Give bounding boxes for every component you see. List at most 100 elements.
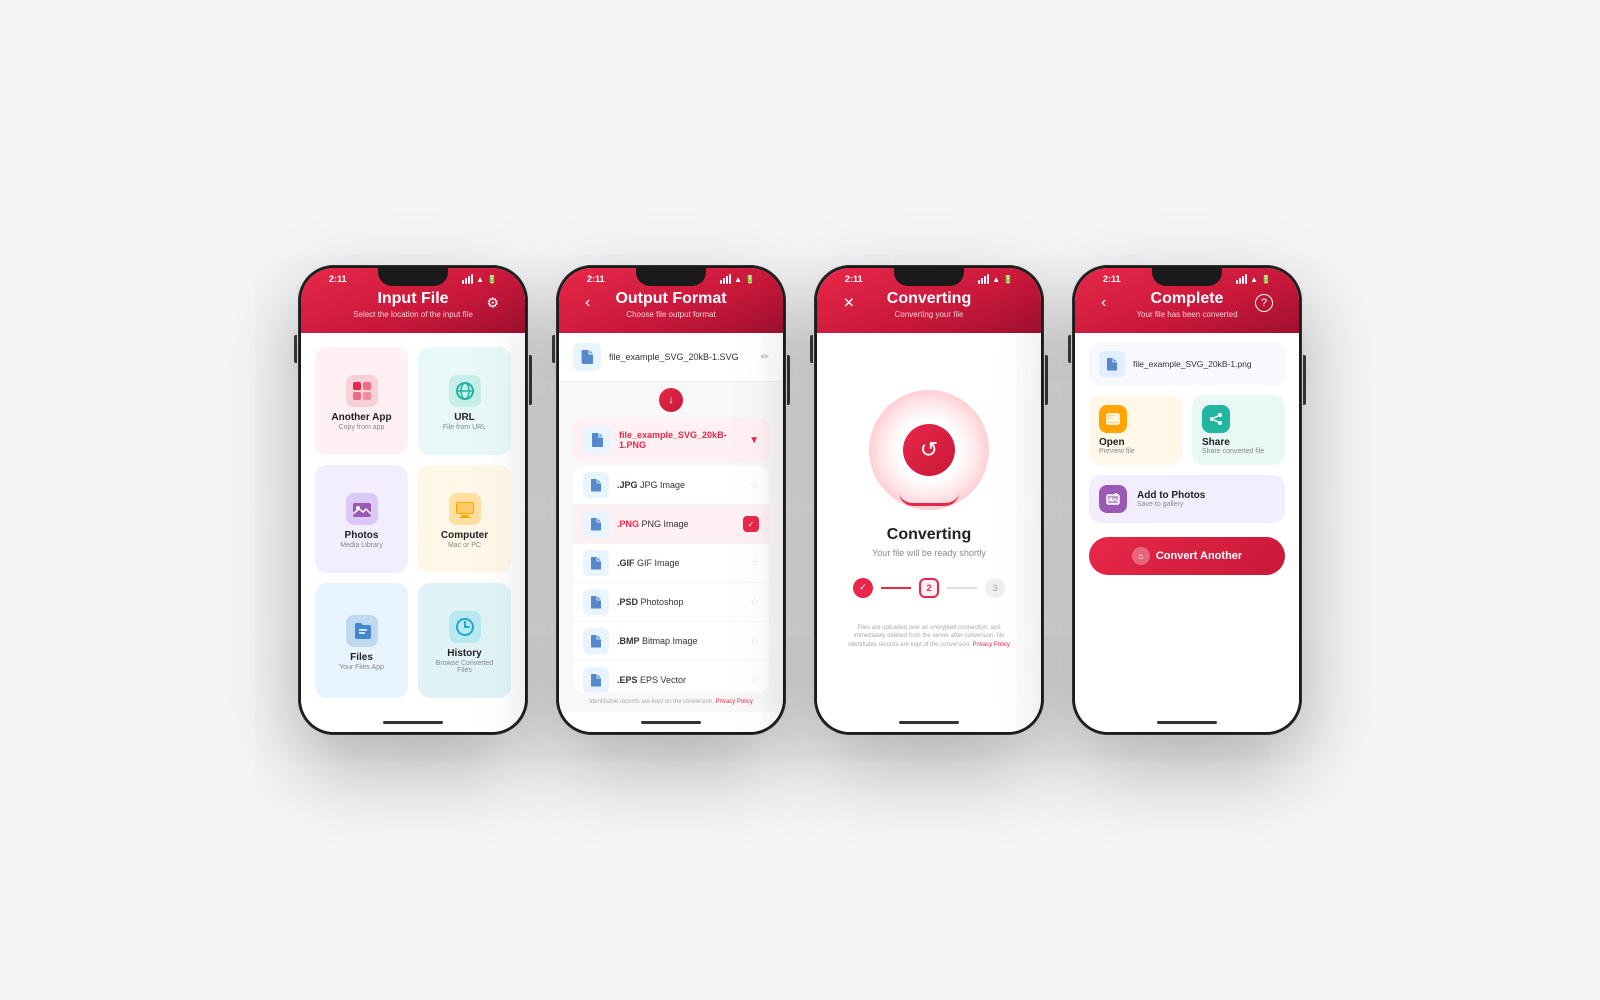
history-label: History	[447, 648, 481, 659]
convert-arc	[899, 492, 959, 506]
photos-sublabel: Media Library	[340, 542, 382, 549]
option-photos[interactable]: Photos Media Library	[315, 465, 408, 573]
format-list: .JPG JPG Image ☆ .PNG PNG Image ✓	[573, 466, 769, 692]
phone-output-format: 2:11 ▲ 🔋 ‹ Output Format	[556, 265, 786, 735]
step-2-active: 2	[919, 578, 939, 598]
share-label: Share	[1202, 437, 1230, 448]
phone-input-file: 2:11 ▲ 🔋 ⚙ Input File	[298, 265, 528, 735]
convert-another-label: Convert Another	[1156, 550, 1242, 562]
bottom-bar-3	[817, 712, 1041, 732]
format-bmp-label: .BMP Bitmap Image	[617, 636, 698, 646]
files-sublabel: Your Files App	[339, 664, 384, 671]
format-eps-label: .EPS EPS Vector	[617, 675, 686, 685]
format-bmp-star: ☆	[750, 636, 759, 647]
open-icon	[1099, 405, 1127, 433]
output-file-row[interactable]: file_example_SVG_20kB-1.PNG ▼	[573, 418, 769, 462]
close-button-3[interactable]: ✕	[843, 294, 855, 311]
status-icons-4: ▲ 🔋	[1236, 274, 1271, 284]
status-time-1: 2:11	[329, 274, 347, 284]
screen1-title: Input File	[315, 290, 511, 308]
privacy-note-3: Files are uploaded over an encrypted con…	[837, 614, 1021, 655]
computer-icon	[454, 498, 476, 520]
help-button-4[interactable]: ?	[1255, 294, 1273, 312]
action-share[interactable]: Share Share converted file	[1192, 395, 1285, 465]
notch-3	[894, 268, 964, 286]
converting-body: ↺ Converting Your file will be ready sho…	[817, 333, 1041, 712]
step-line-2	[947, 587, 977, 589]
status-time-4: 2:11	[1103, 274, 1121, 284]
download-circle: ↓	[659, 388, 683, 412]
screen3-title: Converting	[831, 290, 1027, 308]
files-label: Files	[350, 652, 373, 663]
privacy-note-2: Identifiable records are kept on the con…	[559, 692, 783, 712]
screen4-subtitle: Your file has been converted	[1089, 310, 1285, 319]
privacy-link-3[interactable]: Privacy Policy	[973, 642, 1010, 648]
format-jpg-star: ☆	[750, 480, 759, 491]
format-psd-star: ☆	[750, 597, 759, 608]
option-history[interactable]: History Browse Converted Files	[418, 583, 511, 698]
screen1-subtitle: Select the location of the input file	[315, 310, 511, 319]
home-indicator-1	[383, 721, 443, 724]
step-indicator: ✓ 2 3	[853, 578, 1005, 598]
format-jpg[interactable]: .JPG JPG Image ☆	[573, 466, 769, 505]
phones-container: 2:11 ▲ 🔋 ⚙ Input File	[0, 225, 1600, 775]
add-photos-icon	[1099, 485, 1127, 513]
home-indicator-2	[641, 721, 701, 724]
home-indicator-3	[899, 721, 959, 724]
output-file-name: file_example_SVG_20kB-1.PNG	[619, 430, 741, 450]
history-icon	[454, 616, 476, 638]
download-arrow: ↓	[559, 382, 783, 418]
input-file-icon	[573, 343, 601, 371]
bottom-bar-1	[301, 712, 525, 732]
action-add-photos[interactable]: Add to Photos Save to gallery	[1089, 475, 1285, 523]
option-another-app[interactable]: Another App Copy from app	[315, 347, 408, 455]
settings-button-1[interactable]: ⚙	[486, 294, 499, 311]
add-photos-sublabel: Save to gallery	[1137, 501, 1275, 508]
notch-2	[636, 268, 706, 286]
format-eps[interactable]: .EPS EPS Vector ☆	[573, 661, 769, 692]
convert-another-button[interactable]: ⌂ Convert Another	[1089, 537, 1285, 575]
another-app-icon	[351, 380, 373, 402]
option-computer[interactable]: Computer Mac or PC	[418, 465, 511, 573]
spinner-container: ↺	[869, 390, 989, 510]
format-gif-label: .GIF GIF Image	[617, 558, 680, 568]
format-bmp[interactable]: .BMP Bitmap Image ☆	[573, 622, 769, 661]
format-psd[interactable]: .PSD Photoshop ☆	[573, 583, 769, 622]
open-label: Open	[1099, 437, 1125, 448]
status-time-2: 2:11	[587, 274, 605, 284]
back-button-4[interactable]: ‹	[1101, 294, 1106, 312]
converting-subtitle: Your file will be ready shortly	[872, 548, 986, 558]
url-label: URL	[454, 412, 475, 423]
photos-icon	[351, 498, 373, 520]
signal-1	[462, 274, 473, 284]
step-line-1	[881, 587, 911, 589]
edit-icon[interactable]: ✏	[761, 352, 769, 363]
home-icon: ⌂	[1132, 547, 1150, 565]
format-gif-star: ☆	[750, 558, 759, 569]
action-open[interactable]: Open Preview file	[1089, 395, 1182, 465]
home-indicator-4	[1157, 721, 1217, 724]
url-sublabel: File from URL	[443, 424, 486, 431]
back-button-2[interactable]: ‹	[585, 294, 590, 312]
format-png[interactable]: .PNG PNG Image ✓	[573, 505, 769, 544]
option-files[interactable]: Files Your Files App	[315, 583, 408, 698]
screen2-title: Output Format	[573, 290, 769, 308]
complete-file-icon	[1099, 351, 1125, 377]
format-jpg-label: .JPG JPG Image	[617, 480, 685, 490]
format-png-check: ✓	[743, 516, 759, 532]
files-icon	[351, 620, 373, 642]
screen3-subtitle: Converting your file	[831, 310, 1027, 319]
computer-label: Computer	[441, 530, 488, 541]
format-png-label: .PNG PNG Image	[617, 519, 689, 529]
spinner-icon: ↺	[903, 424, 955, 476]
dropdown-arrow[interactable]: ▼	[749, 435, 759, 446]
option-url[interactable]: URL File from URL	[418, 347, 511, 455]
notch-4	[1152, 268, 1222, 286]
privacy-link-2[interactable]: Privacy Policy	[716, 699, 753, 705]
format-gif[interactable]: .GIF GIF Image ☆	[573, 544, 769, 583]
photos-label: Photos	[345, 530, 379, 541]
step-1-done: ✓	[853, 578, 873, 598]
screen2-subtitle: Choose file output format	[573, 310, 769, 319]
computer-sublabel: Mac or PC	[448, 542, 481, 549]
format-psd-label: .PSD Photoshop	[617, 597, 684, 607]
